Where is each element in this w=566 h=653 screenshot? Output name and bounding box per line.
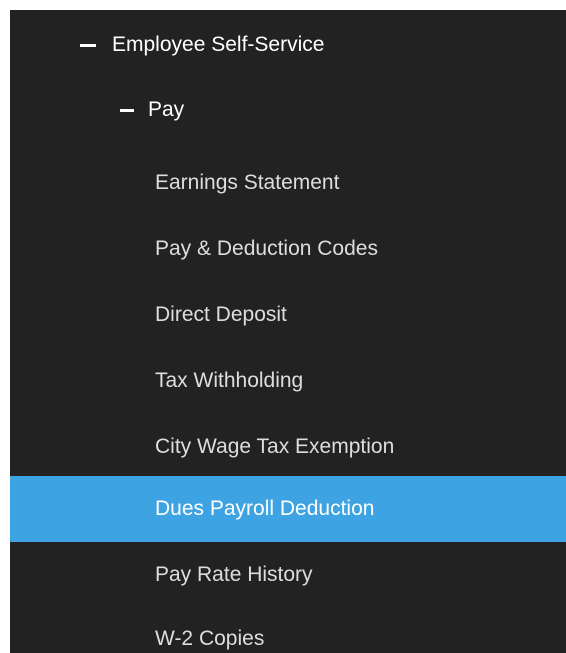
nav-item-direct-deposit[interactable]: Direct Deposit	[10, 282, 566, 348]
nav-item-label: Tax Withholding	[155, 369, 304, 392]
nav-section-employee-self-service[interactable]: Employee Self-Service	[10, 12, 566, 78]
nav-item-label: Pay & Deduction Codes	[155, 237, 378, 260]
nav-item-city-wage-tax-exemption[interactable]: City Wage Tax Exemption	[10, 414, 566, 480]
nav-item-pay-rate-history[interactable]: Pay Rate History	[10, 542, 566, 608]
nav-item-earnings-statement[interactable]: Earnings Statement	[10, 150, 566, 216]
nav-item-label: Earnings Statement	[155, 171, 340, 194]
nav-item-tax-withholding[interactable]: Tax Withholding	[10, 348, 566, 414]
minus-icon[interactable]	[120, 108, 134, 112]
nav-item-pay-deduction-codes[interactable]: Pay & Deduction Codes	[10, 216, 566, 282]
nav-item-label: W-2 Copies	[155, 627, 265, 650]
nav-item-label: City Wage Tax Exemption	[155, 435, 395, 458]
nav-subsection-label: Pay	[148, 98, 185, 121]
nav-item-label: Dues Payroll Deduction	[155, 497, 375, 520]
nav-item-w2-copies[interactable]: W-2 Copies	[10, 606, 566, 653]
nav-item-dues-payroll-deduction[interactable]: Dues Payroll Deduction	[10, 476, 566, 542]
nav-section-label: Employee Self-Service	[112, 33, 325, 56]
nav-subsection-pay[interactable]: Pay	[10, 77, 566, 143]
side-navigation: Employee Self-Service Pay Earnings State…	[10, 10, 566, 653]
nav-item-label: Pay Rate History	[155, 563, 313, 586]
minus-icon[interactable]	[80, 43, 96, 47]
nav-item-label: Direct Deposit	[155, 303, 287, 326]
